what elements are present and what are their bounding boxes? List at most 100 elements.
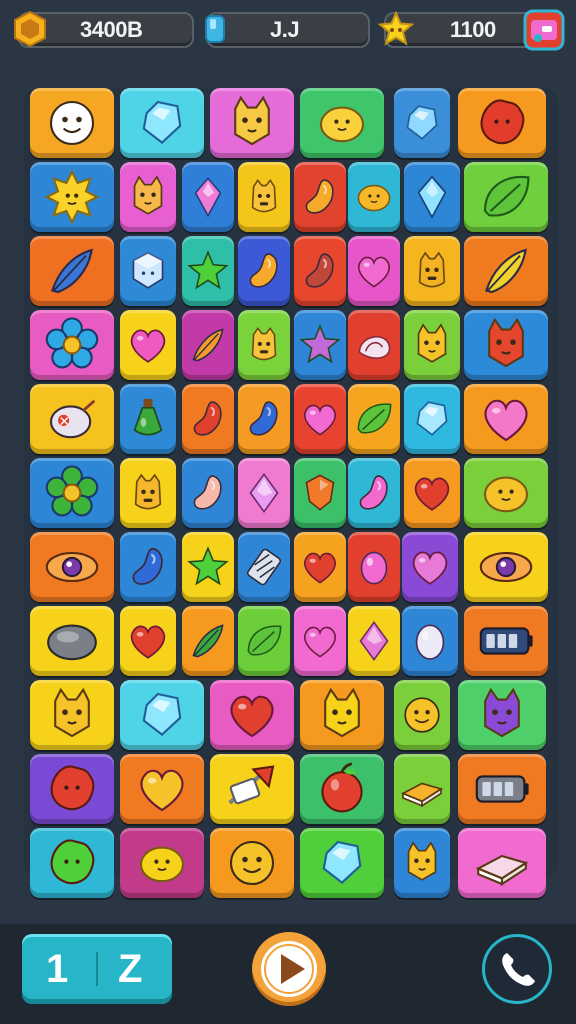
- phone-button[interactable]: [482, 934, 552, 1004]
- board-tile[interactable]: [120, 680, 204, 750]
- board-tile[interactable]: [30, 88, 114, 158]
- play-button[interactable]: [252, 932, 326, 1006]
- board-tile[interactable]: [404, 236, 460, 306]
- board-tile[interactable]: [458, 754, 546, 824]
- board-tile[interactable]: [458, 680, 546, 750]
- star-icon: [187, 250, 229, 290]
- board-tile[interactable]: [120, 458, 176, 528]
- board-tile[interactable]: [30, 828, 114, 898]
- board-tile[interactable]: [210, 828, 294, 898]
- board-tile[interactable]: [394, 754, 450, 824]
- board-tile[interactable]: [402, 532, 458, 602]
- board-tile[interactable]: [464, 236, 548, 306]
- board-tile[interactable]: [464, 384, 548, 454]
- board-tile[interactable]: [120, 162, 176, 232]
- board-tile[interactable]: [182, 162, 234, 232]
- board-tile[interactable]: [210, 754, 294, 824]
- board-tile[interactable]: [348, 310, 400, 380]
- board-tile[interactable]: [394, 828, 450, 898]
- board-tile[interactable]: [300, 828, 384, 898]
- board-tile[interactable]: [458, 828, 546, 898]
- bean-icon: [193, 475, 222, 510]
- bean-icon: [249, 253, 278, 288]
- board-tile[interactable]: [182, 458, 234, 528]
- board-tile[interactable]: [210, 680, 294, 750]
- board-tile[interactable]: [294, 310, 346, 380]
- board-tile[interactable]: [120, 606, 176, 676]
- leaf-icon: [247, 625, 282, 656]
- heart-icon: [130, 329, 166, 363]
- board-tile[interactable]: [30, 310, 114, 380]
- board-tile[interactable]: [30, 606, 114, 676]
- board-tile[interactable]: [348, 384, 400, 454]
- treasure-chest-icon[interactable]: [522, 8, 566, 52]
- board-tile[interactable]: [300, 754, 384, 824]
- potion-icon: [133, 398, 163, 436]
- board-tile[interactable]: [30, 384, 114, 454]
- board-tile[interactable]: [348, 458, 400, 528]
- board-tile[interactable]: [30, 680, 114, 750]
- board-tile[interactable]: [294, 162, 346, 232]
- board-tile[interactable]: [238, 384, 290, 454]
- board-tile[interactable]: [30, 754, 114, 824]
- board-tile[interactable]: [348, 532, 400, 602]
- level-button[interactable]: 1 Z: [22, 934, 172, 1004]
- board-tile[interactable]: [238, 458, 290, 528]
- board-tile[interactable]: [294, 532, 346, 602]
- board-tile[interactable]: [294, 236, 346, 306]
- board-tile[interactable]: [120, 754, 204, 824]
- board-tile[interactable]: [464, 606, 548, 676]
- board-tile[interactable]: [120, 236, 176, 306]
- lemon-icon: [139, 846, 185, 883]
- board-tile[interactable]: [238, 310, 290, 380]
- board-tile[interactable]: [30, 236, 114, 306]
- heart-icon: [358, 256, 390, 288]
- board-tile[interactable]: [294, 384, 346, 454]
- board-tile[interactable]: [404, 162, 460, 232]
- gem-icon: [406, 105, 438, 140]
- board-tile[interactable]: [182, 310, 234, 380]
- board-tile[interactable]: [238, 532, 290, 602]
- blob-icon: [50, 765, 95, 811]
- board-tile[interactable]: [300, 680, 384, 750]
- board-tile[interactable]: [30, 458, 114, 528]
- board-tile[interactable]: [458, 88, 546, 158]
- board-tile[interactable]: [404, 310, 460, 380]
- board-tile[interactable]: [464, 532, 548, 602]
- board-tile[interactable]: [238, 236, 290, 306]
- board-tile[interactable]: [300, 88, 384, 158]
- board-tile[interactable]: [348, 162, 400, 232]
- board-tile[interactable]: [394, 88, 450, 158]
- board-tile[interactable]: [210, 88, 294, 158]
- heart-icon: [230, 695, 274, 738]
- board-tile[interactable]: [402, 606, 458, 676]
- board-tile[interactable]: [182, 236, 234, 306]
- bean-icon: [359, 475, 388, 510]
- board-tile[interactable]: [182, 532, 234, 602]
- eye-icon: [479, 551, 533, 583]
- board-tile[interactable]: [120, 532, 176, 602]
- board-tile[interactable]: [120, 384, 176, 454]
- board-tile[interactable]: [464, 162, 548, 232]
- board-tile[interactable]: [464, 310, 548, 380]
- board-tile[interactable]: [120, 828, 204, 898]
- board-tile[interactable]: [348, 236, 400, 306]
- board-tile[interactable]: [348, 606, 400, 676]
- board-tile[interactable]: [238, 162, 290, 232]
- face-icon: [404, 697, 440, 733]
- board-tile[interactable]: [238, 606, 290, 676]
- board-tile[interactable]: [30, 532, 114, 602]
- board-tile[interactable]: [120, 88, 204, 158]
- board-tile[interactable]: [404, 458, 460, 528]
- board-tile[interactable]: [294, 606, 346, 676]
- board-tile[interactable]: [120, 310, 176, 380]
- board-tile[interactable]: [404, 384, 460, 454]
- board-tile[interactable]: [30, 162, 114, 232]
- board-tile[interactable]: [464, 458, 548, 528]
- bean-icon: [193, 401, 222, 436]
- lemon-icon: [357, 184, 391, 212]
- board-tile[interactable]: [182, 606, 234, 676]
- board-tile[interactable]: [182, 384, 234, 454]
- board-tile[interactable]: [294, 458, 346, 528]
- board-tile[interactable]: [394, 680, 450, 750]
